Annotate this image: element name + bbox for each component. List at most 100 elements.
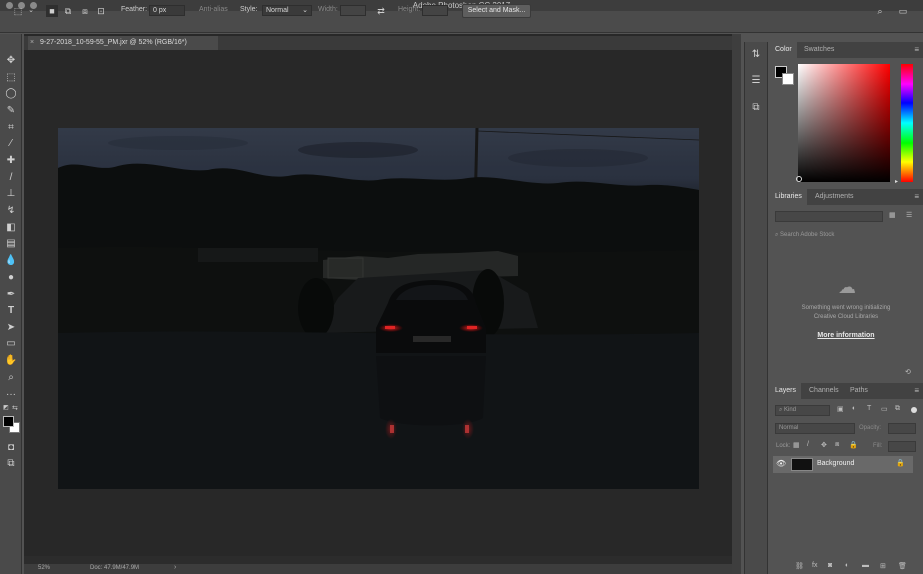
add-selection-icon[interactable]: ⧉ xyxy=(62,5,74,17)
style-value: Normal xyxy=(266,7,289,14)
filter-smart-object-icon[interactable]: ⧉ xyxy=(895,405,900,413)
link-layers-icon[interactable]: ⛓ xyxy=(795,562,804,570)
move-tool-icon[interactable]: ✥ xyxy=(3,53,19,68)
chevron-right-icon[interactable]: › xyxy=(174,564,176,571)
opacity-input[interactable] xyxy=(888,423,916,434)
filter-toggle-icon[interactable] xyxy=(911,407,917,413)
horizontal-scrollbar[interactable] xyxy=(24,556,732,564)
eye-icon[interactable]: 👁 xyxy=(776,459,786,468)
blur-tool-icon[interactable]: 💧 xyxy=(3,253,19,268)
path-selection-tool-icon[interactable]: ➤ xyxy=(3,320,19,335)
hand-tool-icon[interactable]: ✋ xyxy=(3,353,19,368)
add-mask-icon[interactable]: ◙ xyxy=(828,562,832,569)
filter-type-icon[interactable]: T xyxy=(867,405,871,412)
eraser-tool-icon[interactable]: ◧ xyxy=(3,220,19,235)
tab-swatches[interactable]: Swatches xyxy=(799,42,839,58)
default-colors-icon[interactable]: ◩ xyxy=(3,404,9,411)
lock-transparency-icon[interactable]: ▦ xyxy=(793,441,800,449)
vertical-scrollbar[interactable] xyxy=(732,34,741,574)
dodge-tool-icon[interactable]: ● xyxy=(3,270,19,285)
layer-name[interactable]: Background xyxy=(817,460,854,467)
lock-image-icon[interactable]: / xyxy=(807,441,809,448)
history-panel-icon[interactable]: ⇅ xyxy=(749,48,763,62)
layers-panel-tabs: Layers Channels Paths ≡ xyxy=(770,383,923,399)
panel-menu-icon[interactable]: ≡ xyxy=(914,189,919,205)
pen-tool-icon[interactable]: ✒ xyxy=(3,287,19,302)
new-group-icon[interactable]: ▬ xyxy=(862,562,869,569)
subtract-selection-icon[interactable]: ⧈ xyxy=(79,5,91,17)
new-layer-icon[interactable]: ⊞ xyxy=(880,562,886,570)
document-canvas[interactable] xyxy=(58,128,699,489)
status-bar: 52% Doc: 47.9M/47.9M › xyxy=(24,564,732,574)
workspace-icon[interactable]: ▭ xyxy=(897,5,909,17)
adjustment-layer-icon[interactable]: ◐ xyxy=(845,562,849,569)
foreground-color-swatch[interactable] xyxy=(3,416,14,427)
filter-pixel-icon[interactable]: ▣ xyxy=(837,405,844,413)
hue-slider-handle-icon[interactable]: ▸ xyxy=(895,178,898,185)
library-sync-icon[interactable]: ⟲ xyxy=(905,368,911,376)
tab-layers[interactable]: Layers xyxy=(770,383,802,399)
properties-panel-icon[interactable]: ☰ xyxy=(749,74,763,88)
gradient-tool-icon[interactable]: ▤ xyxy=(3,236,19,251)
blend-mode-select[interactable]: Normal xyxy=(775,423,855,434)
style-select[interactable]: Normal ⌄ xyxy=(262,5,312,16)
search-icon[interactable]: ⌕ xyxy=(874,5,886,17)
width-input[interactable] xyxy=(340,5,366,16)
history-brush-tool-icon[interactable]: ↯ xyxy=(3,203,19,218)
list-view-icon[interactable]: ☰ xyxy=(906,211,912,219)
more-information-link[interactable]: More information xyxy=(776,332,916,339)
healing-brush-tool-icon[interactable]: ✚ xyxy=(3,153,19,168)
photo-image xyxy=(58,128,699,489)
screen-mode-icon[interactable]: ⧉ xyxy=(3,456,19,471)
chevron-down-icon[interactable]: ⌄ xyxy=(25,5,37,17)
hue-slider[interactable] xyxy=(901,64,913,182)
layer-comps-panel-icon[interactable]: ⧉ xyxy=(749,101,763,115)
fill-input[interactable] xyxy=(888,441,916,452)
grid-view-icon[interactable]: ▦ xyxy=(889,211,896,219)
library-search[interactable]: ⌕ Search Adobe Stock xyxy=(775,230,915,241)
document-tab[interactable]: 9-27-2018_10-59-55_PM.jxr @ 52% (RGB/16*… xyxy=(28,36,218,50)
close-tab-icon[interactable]: × xyxy=(30,36,34,50)
height-input[interactable] xyxy=(422,5,448,16)
clone-stamp-tool-icon[interactable]: ⊥ xyxy=(3,186,19,201)
quick-selection-tool-icon[interactable]: ✎ xyxy=(3,103,19,118)
lock-position-icon[interactable]: ✥ xyxy=(821,441,827,449)
eyedropper-tool-icon[interactable]: ⁄ xyxy=(3,136,19,151)
zoom-level[interactable]: 52% xyxy=(38,565,50,571)
tab-channels[interactable]: Channels xyxy=(804,383,844,399)
tab-paths[interactable]: Paths xyxy=(845,383,873,399)
layer-style-icon[interactable]: fx xyxy=(812,562,817,569)
layer-filter-kind[interactable]: ⌕ Kind xyxy=(775,405,830,416)
intersect-selection-icon[interactable]: ⊡ xyxy=(95,5,107,17)
select-and-mask-button[interactable]: Select and Mask... xyxy=(462,4,531,18)
panel-menu-icon[interactable]: ≡ xyxy=(914,383,919,399)
type-tool-icon[interactable]: T xyxy=(3,303,19,318)
new-selection-icon[interactable]: ■ xyxy=(46,5,58,17)
antialias-checkbox[interactable]: Anti-alias xyxy=(199,6,228,13)
brush-tool-icon[interactable]: / xyxy=(3,170,19,185)
color-picker-cursor[interactable] xyxy=(796,176,802,182)
rectangle-tool-icon[interactable]: ▭ xyxy=(3,336,19,351)
color-picker-field[interactable] xyxy=(798,64,890,182)
library-select[interactable] xyxy=(775,211,883,222)
lasso-tool-icon[interactable]: ◯ xyxy=(3,86,19,101)
filter-adjustment-icon[interactable]: ◐ xyxy=(852,405,856,412)
lock-all-icon[interactable]: 🔒 xyxy=(849,441,858,449)
tab-adjustments[interactable]: Adjustments xyxy=(810,189,859,205)
feather-input[interactable]: 0 px xyxy=(149,5,185,16)
tab-color[interactable]: Color xyxy=(770,42,797,58)
color-background-swatch[interactable] xyxy=(782,73,794,85)
filter-shape-icon[interactable]: ▭ xyxy=(881,405,888,413)
more-tools-icon[interactable]: ··· xyxy=(3,387,19,402)
zoom-tool-icon[interactable]: ⌕ xyxy=(3,370,19,385)
swap-colors-icon[interactable]: ⇆ xyxy=(12,404,18,412)
tab-libraries[interactable]: Libraries xyxy=(770,189,807,205)
lock-artboard-icon[interactable]: ⧈ xyxy=(835,441,839,449)
crop-tool-icon[interactable]: ⌗ xyxy=(3,120,19,135)
quick-mask-icon[interactable]: ◘ xyxy=(3,440,19,455)
delete-layer-icon[interactable]: 🗑 xyxy=(898,562,907,570)
swap-dimensions-icon[interactable]: ⇄ xyxy=(375,5,387,17)
marquee-preset-icon[interactable]: ⬚ xyxy=(12,5,24,17)
marquee-tool-icon[interactable]: ⬚ xyxy=(3,70,19,85)
panel-menu-icon[interactable]: ≡ xyxy=(914,42,919,58)
